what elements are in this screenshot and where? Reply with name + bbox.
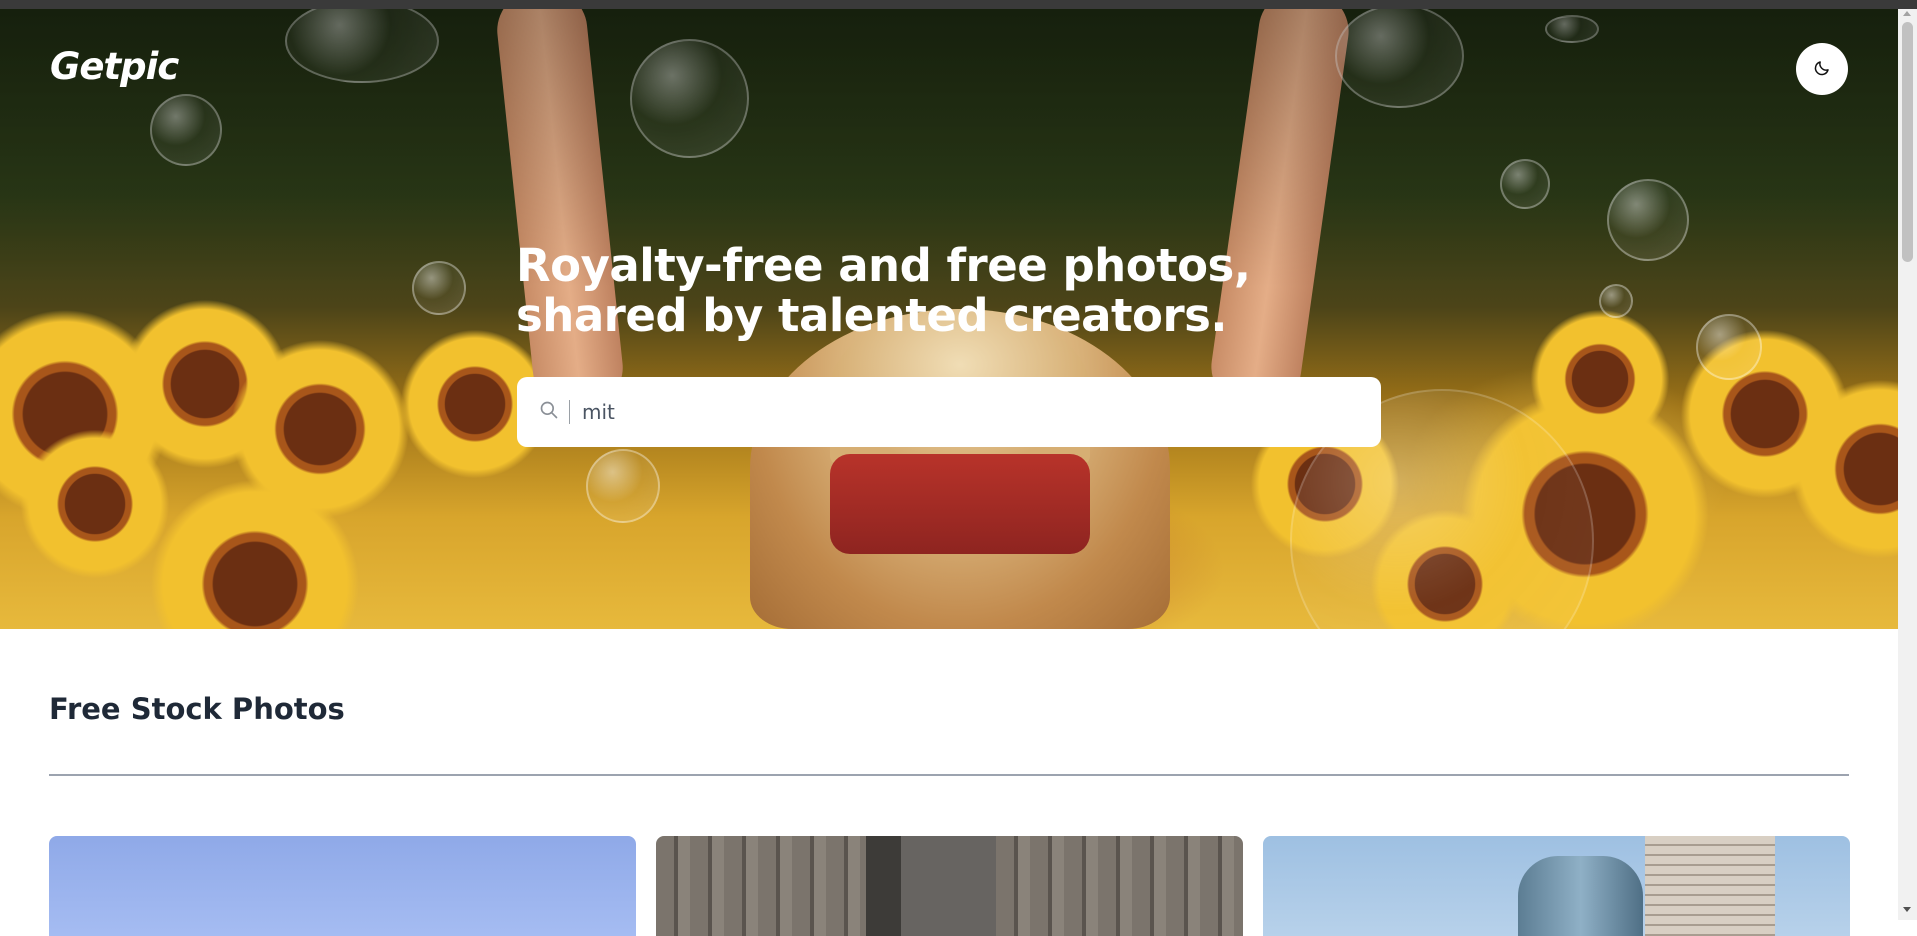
search-bar xyxy=(517,377,1381,447)
section-divider xyxy=(49,774,1849,776)
hero-headline: Royalty-free and free photos, shared by … xyxy=(516,239,1251,342)
photo-card-sky[interactable] xyxy=(49,836,636,936)
search-divider xyxy=(569,400,570,424)
hero-banner: Getpic Royalty-free and free photos, sha… xyxy=(0,9,1898,629)
search-icon[interactable] xyxy=(539,400,559,425)
scroll-down-arrow-icon[interactable] xyxy=(1903,907,1911,912)
browser-top-strip xyxy=(0,0,1917,9)
photo-card-columns[interactable] xyxy=(656,836,1243,936)
search-input[interactable] xyxy=(582,400,1342,424)
photo-card-skyscrapers[interactable] xyxy=(1263,836,1850,936)
theme-toggle-button[interactable] xyxy=(1796,43,1848,95)
section-title: Free Stock Photos xyxy=(49,692,345,726)
scroll-up-arrow-icon[interactable] xyxy=(1903,11,1911,16)
site-logo[interactable]: Getpic xyxy=(50,45,179,88)
scrollbar-thumb[interactable] xyxy=(1902,22,1913,262)
moon-icon xyxy=(1813,59,1831,80)
